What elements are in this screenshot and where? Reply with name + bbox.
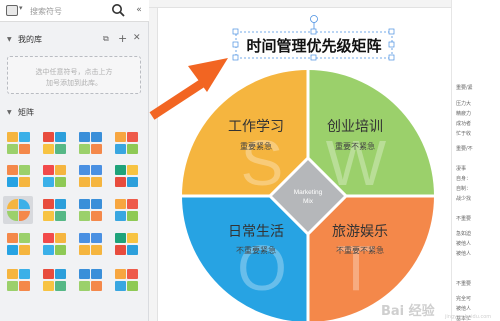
plus-icon[interactable]: + [118,32,127,45]
collapse-triangle-icon[interactable]: ▼ [7,36,12,43]
shape-picker-icon[interactable] [6,5,18,16]
resize-handle-tl[interactable] [232,28,239,35]
doc-line: 成功者 [456,121,472,127]
doc-line: 自身： [456,176,472,182]
double-chevron-left-icon[interactable]: « [133,3,145,18]
doc-line: 重要/不 [456,146,473,152]
doc-line: 被他人 [456,251,472,257]
doc-line: 自制： [456,186,472,192]
resize-handle-bl[interactable] [232,54,239,61]
matrix-symbol-thumbnail[interactable] [75,230,105,258]
diagram-title: 时间管理优先级矩阵 [246,37,381,55]
resize-handle-mr[interactable] [388,41,395,48]
matrix-symbol-thumbnail[interactable] [39,266,69,294]
matrix-symbol-thumbnail[interactable] [39,162,69,190]
matrix-symbol-thumbnail[interactable] [75,162,105,190]
matrix-symbol-thumbnail[interactable] [111,129,141,157]
matrix-category-title: 矩阵 [18,108,34,117]
matrix-symbol-thumbnail[interactable] [111,196,141,224]
quadrant-w-title: 创业培训 [327,119,383,135]
matrix-symbol-thumbnail[interactable] [111,266,141,294]
quadrant-o-title: 日常生活 [228,224,284,240]
matrix-symbol-thumbnail[interactable] [3,129,33,157]
doc-line: 精疲力 [456,111,472,117]
collapse-triangle-icon[interactable]: ▼ [7,109,12,116]
symbol-library-panel: ▾ « ▼ 我的库 ⧉ + ✕ 选中任意符号，点击上方 加号添加到此库。 ▼ 矩… [0,0,149,321]
resize-handle-tm[interactable] [310,28,317,35]
quadrant-t-title: 旅游娱乐 [332,224,388,240]
close-icon[interactable]: ✕ [133,33,141,43]
quadrant-o-subtitle: 不重要紧急 [236,245,276,255]
matrix-symbol-thumbnail[interactable] [39,196,69,224]
quadrant-s-title: 工作学习 [228,119,284,135]
doc-line: 重要/紧 [456,85,473,91]
matrix-symbol-thumbnail[interactable] [3,196,33,224]
center-label-line2: Mix [303,198,314,205]
matrix-symbol-thumbnail[interactable] [75,129,105,157]
matrix-symbol-thumbnail[interactable] [39,129,69,157]
doc-line: 战少找 [456,196,472,202]
resize-handle-bm[interactable] [310,54,317,61]
chevron-down-icon[interactable]: ▾ [19,4,23,12]
quadrant-w-subtitle: 重要不紧急 [335,141,375,151]
drop-hint-line1: 选中任意符号，点击上方 [35,68,113,76]
resize-handle-ml[interactable] [232,41,239,48]
search-bar: ▾ « [0,0,149,22]
annotation-arrow-icon [149,58,228,120]
my-library-title: 我的库 [18,35,42,44]
doc-line: 急如迫 [456,231,472,237]
doc-line: 被他人 [456,306,472,312]
matrix-symbol-thumbnail[interactable] [3,162,33,190]
baidu-watermark-url: jingyan.baidu.com [445,314,492,320]
center-label-line1: Marketing [294,189,323,196]
doc-line: 忙于收 [456,131,472,137]
title-textbox[interactable]: 时间管理优先级矩阵 [232,15,395,61]
quadrant-s-subtitle: 重要紧急 [240,141,272,151]
matrix-symbol-thumbnail[interactable] [111,230,141,258]
matrix-symbol-thumbnail[interactable] [75,266,105,294]
matrix-symbol-thumbnail[interactable] [111,162,141,190]
doc-line: 不重要 [456,216,472,222]
search-input[interactable] [30,4,108,18]
letter-t: T [336,232,375,304]
my-library-header[interactable]: ▼ 我的库 ⧉ + ✕ [0,32,149,48]
rotate-handle[interactable] [310,15,318,23]
drop-hint-line2: 加号添加到此库。 [46,79,102,87]
baidu-watermark: Bai 经验 [381,304,435,319]
search-icon[interactable] [111,3,126,18]
matrix-symbol-thumbnail[interactable] [75,196,105,224]
library-drop-zone[interactable]: 选中任意符号，点击上方 加号添加到此库。 [7,56,141,94]
matrix-symbol-thumbnail[interactable] [3,266,33,294]
doc-line: 被他人 [456,241,472,247]
doc-line: 完全可 [456,296,472,302]
resize-handle-br[interactable] [388,54,395,61]
resize-handle-tr[interactable] [388,28,395,35]
doc-line: 不重要 [456,281,472,287]
matrix-symbol-thumbnail[interactable] [3,230,33,258]
matrix-symbol-thumbnail[interactable] [39,230,69,258]
matrix-category-header[interactable]: ▼ 矩阵 [0,105,149,121]
quadrant-t-subtitle: 不重要不紧急 [336,245,384,255]
doc-line: 压力大 [456,101,472,107]
letter-o: O [237,232,287,304]
export-icon[interactable]: ⧉ [103,34,109,44]
swot-diagram[interactable]: S W O T Marketing Mix 工作学习 重要紧急 创业培训 重要不… [149,0,500,321]
doc-line: 凄事 [456,166,467,172]
right-document-panel: 重要/紧 压力大 精疲力 成功者 忙于收 重要/不 凄事 自身： 自制： 战少找 不重要 急如迫 被他人… [451,0,500,321]
